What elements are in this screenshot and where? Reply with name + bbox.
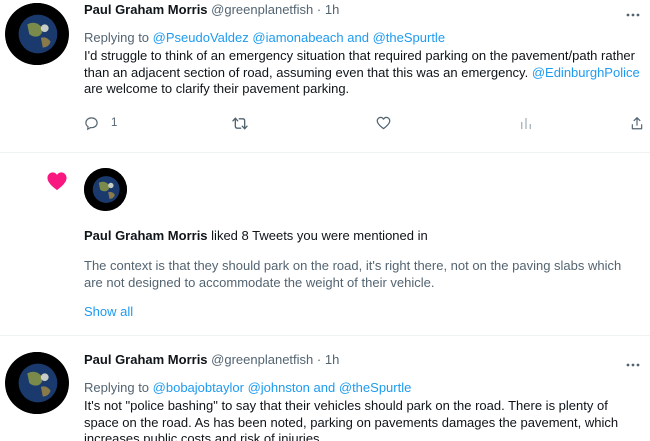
more-icon — [626, 363, 640, 367]
analytics-icon — [521, 118, 531, 129]
replying-and[interactable]: and — [347, 30, 369, 45]
more-icon — [626, 13, 640, 17]
retweet-icon — [232, 117, 248, 129]
tweet-text: I'd struggle to think of an emergency si… — [84, 48, 640, 98]
notification-action: liked 8 Tweets you were mentioned in — [211, 228, 428, 243]
tweet-text-part: are welcome to clarify their pavement pa… — [84, 81, 350, 96]
tweet[interactable]: Paul Graham Morris @greenplanetfish · 1h… — [0, 0, 650, 152]
tweet[interactable]: Paul Graham Morris @greenplanetfish · 1h… — [0, 336, 650, 441]
replying-to: Replying to @PseudoValdez @iamonabeach a… — [84, 29, 445, 46]
reply-count: 1 — [111, 117, 118, 129]
share-icon — [631, 116, 643, 129]
tweet-header: Paul Graham Morris @greenplanetfish · 1h — [84, 351, 339, 368]
replying-user-link[interactable]: @iamonabeach — [252, 30, 343, 45]
tweet-header: Paul Graham Morris @greenplanetfish · 1h — [84, 1, 339, 18]
replying-user-link[interactable]: @johnston — [248, 380, 310, 395]
show-all-link[interactable]: Show all — [84, 303, 133, 320]
replying-prefix: Replying to — [84, 380, 150, 395]
analytics-button[interactable] — [520, 113, 532, 133]
share-button[interactable] — [630, 113, 644, 133]
replying-user-link[interactable]: @PseudoValdez — [153, 30, 249, 45]
heart-icon — [47, 172, 67, 191]
separator-dot: · — [316, 352, 322, 367]
more-button[interactable] — [624, 356, 642, 374]
tweet-text: It's not "police bashing" to say that th… — [84, 398, 619, 441]
separator-dot: · — [316, 2, 322, 17]
author-handle[interactable]: @greenplanetfish — [211, 2, 313, 17]
mention-link[interactable]: @EdinburghPolice — [532, 65, 640, 80]
globe-avatar-icon — [6, 352, 68, 414]
globe-avatar-icon — [84, 168, 127, 211]
timestamp[interactable]: 1h — [325, 2, 339, 17]
replying-user-link[interactable]: @theSpurtle — [339, 380, 411, 395]
avatar[interactable] — [5, 352, 69, 414]
author-handle[interactable]: @greenplanetfish — [211, 352, 313, 367]
replying-user-link[interactable]: @bobajobtaylor — [153, 380, 244, 395]
avatar[interactable] — [84, 168, 127, 211]
avatar[interactable] — [5, 3, 69, 65]
reply-button[interactable]: 1 — [84, 113, 117, 133]
tweet-actions: 1 — [84, 113, 644, 133]
timestamp[interactable]: 1h — [325, 352, 339, 367]
like-button[interactable] — [376, 113, 391, 133]
notification-text: Paul Graham Morris liked 8 Tweets you we… — [84, 227, 428, 244]
quoted-tweet-text[interactable]: The context is that they should park on … — [84, 258, 632, 291]
more-button[interactable] — [624, 6, 642, 24]
author-name[interactable]: Paul Graham Morris — [84, 352, 208, 367]
like-icon — [376, 116, 391, 130]
replying-and[interactable]: and — [314, 380, 336, 395]
replying-prefix: Replying to — [84, 30, 150, 45]
notifications-feed: Paul Graham Morris @greenplanetfish · 1h… — [0, 0, 650, 441]
replying-user-link[interactable]: @theSpurtle — [373, 30, 445, 45]
reply-icon — [85, 116, 98, 130]
globe-avatar-icon — [6, 3, 68, 65]
retweet-button[interactable] — [232, 113, 248, 133]
author-name[interactable]: Paul Graham Morris — [84, 228, 208, 243]
author-name[interactable]: Paul Graham Morris — [84, 2, 208, 17]
replying-to: Replying to @bobajobtaylor @johnston and… — [84, 379, 411, 396]
